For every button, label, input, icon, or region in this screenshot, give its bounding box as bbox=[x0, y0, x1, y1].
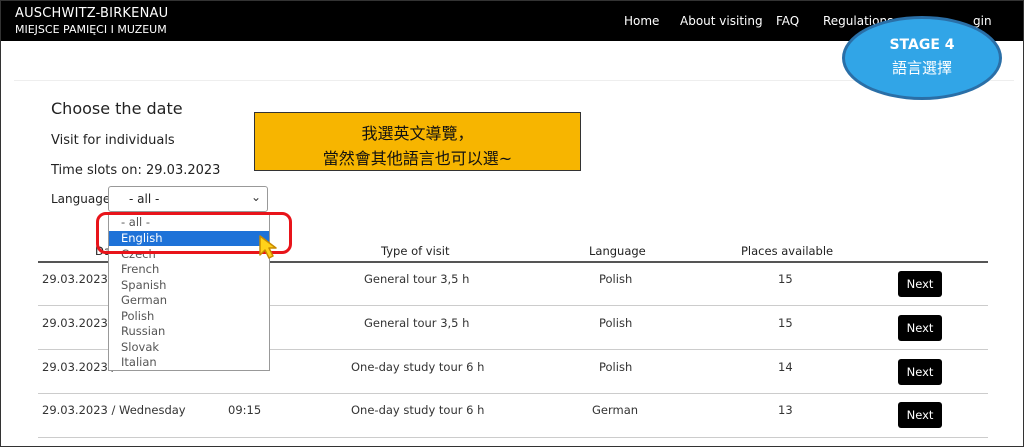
row-2-date: 29.03.2023 / bbox=[42, 316, 116, 330]
row-divider bbox=[38, 393, 988, 394]
row-3-next-button[interactable]: Next bbox=[898, 359, 942, 385]
callout-line-1: 我選英文導覽， bbox=[361, 124, 474, 143]
language-option-spanish[interactable]: Spanish bbox=[109, 278, 269, 293]
nav-faq[interactable]: FAQ bbox=[776, 14, 799, 28]
annotation-callout: 我選英文導覽， 當然會其他語言也可以選~ bbox=[254, 112, 581, 171]
logo-line-1[interactable]: AUSCHWITZ-BIRKENAU bbox=[15, 6, 168, 21]
row-4-language: German bbox=[592, 403, 639, 417]
column-header-places: Places available bbox=[741, 244, 834, 258]
row-2-language: Polish bbox=[599, 316, 633, 330]
language-option-polish[interactable]: Polish bbox=[109, 309, 269, 324]
page-title: Choose the date bbox=[51, 99, 183, 118]
row-2-type: General tour 3,5 h bbox=[364, 316, 470, 330]
column-header-type: Type of visit bbox=[381, 244, 450, 258]
language-label: Language: bbox=[51, 192, 115, 206]
stage-badge: STAGE 4 語言選擇 bbox=[842, 16, 1002, 100]
row-1-type: General tour 3,5 h bbox=[364, 272, 470, 286]
nav-about-visiting[interactable]: About visiting bbox=[680, 14, 763, 28]
row-2-places: 15 bbox=[778, 316, 793, 330]
language-option-italian[interactable]: Italian bbox=[109, 355, 269, 370]
callout-line-2: 當然會其他語言也可以選~ bbox=[322, 149, 513, 168]
nav-home[interactable]: Home bbox=[624, 14, 659, 28]
language-select-value: - all - bbox=[129, 192, 160, 206]
row-1-places: 15 bbox=[778, 272, 793, 286]
language-option-russian[interactable]: Russian bbox=[109, 324, 269, 339]
row-1-language: Polish bbox=[599, 272, 633, 286]
row-4-type: One-day study tour 6 h bbox=[351, 403, 485, 417]
row-4-next-button[interactable]: Next bbox=[898, 402, 942, 428]
row-3-date: 29.03.2023 / bbox=[42, 360, 116, 374]
row-4-date: 29.03.2023 / Wednesday bbox=[42, 403, 186, 417]
row-3-places: 14 bbox=[778, 360, 793, 374]
time-slots-label: Time slots on: 29.03.2023 bbox=[51, 163, 221, 178]
row-4-time: 09:15 bbox=[228, 403, 262, 417]
stage-title: 語言選擇 bbox=[891, 59, 952, 77]
language-option-slovak[interactable]: Slovak bbox=[109, 340, 269, 355]
row-2-next-button[interactable]: Next bbox=[898, 315, 942, 341]
row-1-date: 29.03.2023 / bbox=[42, 272, 116, 286]
row-divider bbox=[38, 437, 988, 438]
language-select[interactable]: - all - ⌄ bbox=[108, 186, 268, 212]
stage-number: STAGE 4 bbox=[889, 37, 955, 53]
row-3-type: One-day study tour 6 h bbox=[351, 360, 485, 374]
visit-type-label: Visit for individuals bbox=[51, 133, 175, 148]
row-1-next-button[interactable]: Next bbox=[898, 271, 942, 297]
row-3-language: Polish bbox=[599, 360, 633, 374]
language-option-german[interactable]: German bbox=[109, 293, 269, 308]
logo-line-2[interactable]: MIEJSCE PAMIĘCI I MUZEUM bbox=[15, 23, 167, 36]
pointer-cursor-icon bbox=[258, 234, 284, 264]
chevron-down-icon: ⌄ bbox=[250, 190, 261, 204]
column-header-language: Language bbox=[589, 244, 646, 258]
nav-login[interactable]: gin bbox=[973, 14, 992, 28]
row-4-places: 13 bbox=[778, 403, 793, 417]
language-option-french[interactable]: French bbox=[109, 262, 269, 277]
